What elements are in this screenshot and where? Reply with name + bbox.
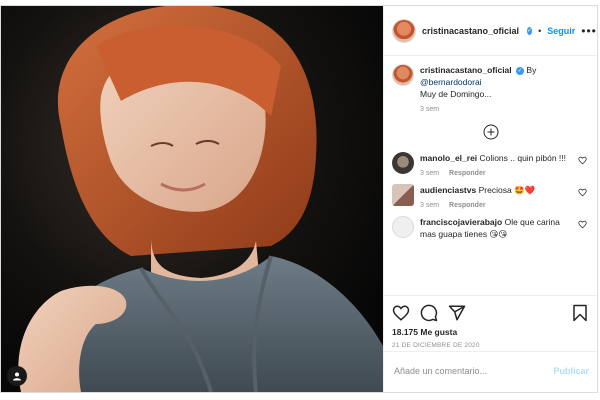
- reply-button[interactable]: Responder: [449, 170, 486, 177]
- comment-item: franciscojavierabajo Ole que carina mas g…: [392, 216, 589, 240]
- portrait-image: [1, 6, 383, 392]
- heart-icon[interactable]: [578, 220, 587, 229]
- share-icon[interactable]: [448, 304, 466, 322]
- user-icon[interactable]: [7, 366, 27, 386]
- comment-username[interactable]: audienciastvs: [420, 185, 479, 195]
- comments-list[interactable]: cristinacastano_oficial ✓ By @bernardodor…: [384, 56, 597, 296]
- comment-username[interactable]: franciscojavierabajo: [420, 217, 505, 227]
- comment-composer: Publicar: [384, 352, 597, 390]
- avatar[interactable]: [392, 152, 414, 174]
- caption-text: Muy de Domingo...: [420, 89, 492, 99]
- load-more-comments-button[interactable]: [392, 124, 589, 140]
- avatar[interactable]: [392, 64, 414, 86]
- verified-badge-icon: ✓: [516, 66, 525, 75]
- caption: cristinacastano_oficial ✓ By @bernardodor…: [392, 64, 589, 116]
- heart-icon[interactable]: [578, 156, 587, 165]
- comment-icon[interactable]: [420, 304, 438, 322]
- caption-time[interactable]: 3 sem: [420, 106, 439, 113]
- heart-icon[interactable]: [392, 304, 410, 322]
- post-date: 21 DE DICIEMBRE DE 2020: [392, 342, 480, 349]
- follow-button[interactable]: Seguir: [547, 26, 575, 36]
- instagram-post: cristinacastano_oficial ✓ • Seguir ••• c…: [0, 5, 598, 393]
- verified-badge-icon: ✓: [527, 26, 533, 35]
- avatar[interactable]: [392, 184, 414, 206]
- comment-time[interactable]: 3 sem: [420, 170, 439, 177]
- comment-item: audienciastvs Preciosa 🤩❤️ 3 sem Responde…: [392, 184, 589, 212]
- post-actions: 18.175 Me gusta 21 DE DICIEMBRE DE 2020: [384, 296, 597, 352]
- comment-text: Preciosa 🤩❤️: [478, 185, 536, 195]
- comment-item: manolo_el_rei Colions .. quin pibón !!! 3…: [392, 152, 589, 180]
- avatar[interactable]: [392, 18, 416, 43]
- comment-input[interactable]: [392, 365, 554, 377]
- more-icon[interactable]: •••: [581, 24, 597, 38]
- author-username[interactable]: cristinacastano_oficial: [422, 26, 519, 36]
- comment-username[interactable]: manolo_el_rei: [420, 153, 480, 163]
- comment-time[interactable]: 3 sem: [420, 202, 439, 209]
- bookmark-icon[interactable]: [571, 304, 589, 322]
- post-header: cristinacastano_oficial ✓ • Seguir •••: [384, 6, 597, 56]
- post-photo[interactable]: [1, 6, 383, 392]
- heart-icon[interactable]: [578, 188, 587, 197]
- caption-text-by: By: [526, 65, 537, 75]
- caption-username[interactable]: cristinacastano_oficial: [420, 65, 514, 75]
- comment-text: Colions .. quin pibón !!!: [479, 153, 567, 163]
- post-sidebar: cristinacastano_oficial ✓ • Seguir ••• c…: [383, 6, 597, 392]
- reply-button[interactable]: Responder: [449, 202, 486, 209]
- caption-mention[interactable]: @bernardodorai: [420, 77, 482, 87]
- likes-count[interactable]: 18.175 Me gusta: [392, 327, 589, 337]
- avatar[interactable]: [392, 216, 414, 238]
- separator-dot: •: [538, 25, 542, 36]
- publish-button[interactable]: Publicar: [553, 366, 589, 376]
- plus-circle-icon: [483, 124, 498, 140]
